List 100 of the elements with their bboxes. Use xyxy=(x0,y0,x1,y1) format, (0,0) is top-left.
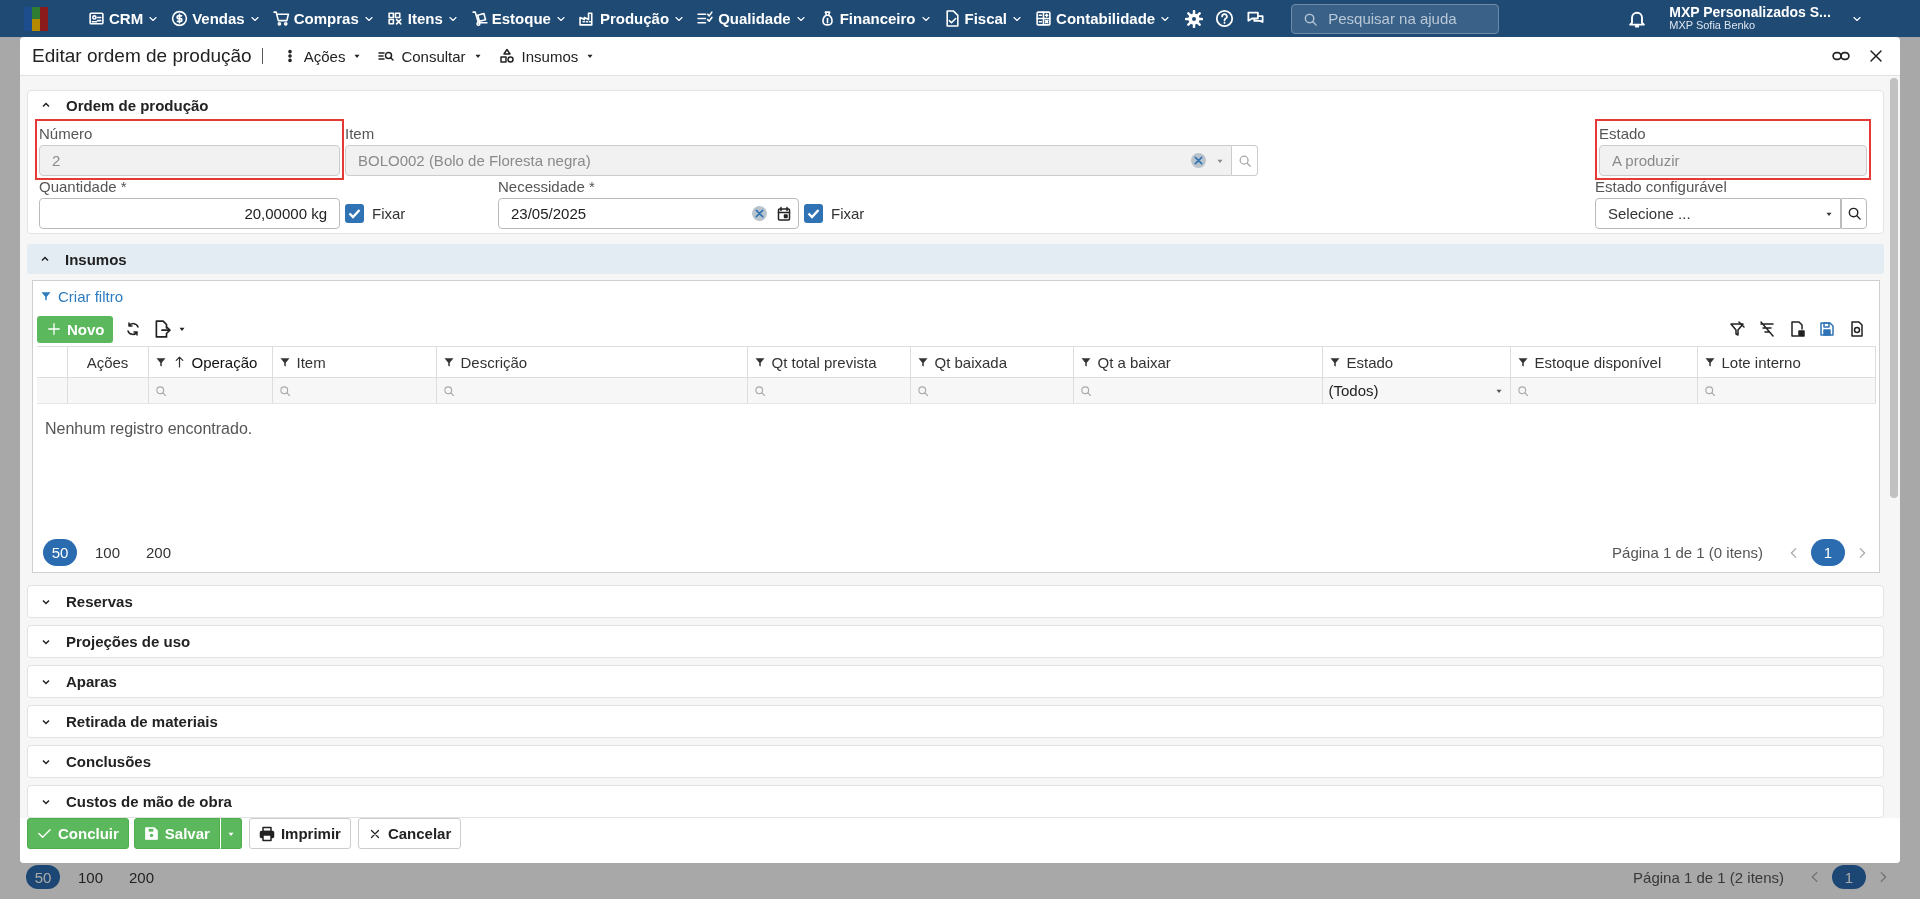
funnel-icon xyxy=(154,356,167,368)
nav-menu[interactable]: Vendas xyxy=(167,3,265,34)
page-size-button[interactable]: 100 xyxy=(87,539,129,566)
help-icon[interactable] xyxy=(1215,9,1235,28)
filter-search-icon xyxy=(442,384,455,397)
section-title[interactable]: Conclusões xyxy=(66,753,152,770)
checklist-icon xyxy=(697,10,715,27)
dialog-title: Editar ordem de produção xyxy=(32,48,263,64)
scrollbar[interactable] xyxy=(1890,78,1898,498)
section-title[interactable]: Custos de mão de obra xyxy=(66,793,232,810)
quantity-field[interactable]: 20,00000 kg xyxy=(39,198,340,229)
save-icon[interactable] xyxy=(1819,321,1835,337)
help-search-field[interactable]: Pesquisar na ajuda xyxy=(1291,3,1500,34)
page-button[interactable]: 1 xyxy=(1832,865,1866,889)
reset-layout-icon[interactable] xyxy=(1849,321,1865,337)
refresh-icon[interactable] xyxy=(124,321,141,337)
page-size-button[interactable]: 50 xyxy=(43,539,77,566)
funnel-icon xyxy=(40,290,52,302)
nav-menu[interactable]: Compras xyxy=(268,3,379,34)
field-label: Item xyxy=(345,124,376,144)
column-header[interactable]: Operação xyxy=(148,346,272,378)
column-header[interactable]: Qt a baixar xyxy=(1073,346,1322,378)
section-title[interactable]: Retirada de materiais xyxy=(66,713,218,730)
search-button[interactable] xyxy=(1841,198,1867,229)
funnel-icon xyxy=(1079,356,1092,368)
filter-search-icon xyxy=(753,384,766,397)
funnel-icon xyxy=(278,356,291,368)
factory-icon xyxy=(578,10,596,27)
remove-filter-icon[interactable] xyxy=(1759,321,1775,337)
column-header[interactable]: Descrição xyxy=(436,346,747,378)
section-title[interactable]: Aparas xyxy=(66,673,117,690)
check-icon xyxy=(37,826,52,841)
close-icon[interactable] xyxy=(1868,48,1884,64)
nav-menu[interactable]: Itens xyxy=(382,3,463,34)
id-card-icon xyxy=(88,10,105,27)
calculator-icon xyxy=(1035,10,1053,27)
section-title[interactable]: Insumos xyxy=(65,250,127,268)
filter-search-icon xyxy=(278,384,291,397)
field-label: Número xyxy=(39,124,94,144)
section-title[interactable]: Reservas xyxy=(66,593,133,610)
column-header[interactable]: Qt total prevista xyxy=(747,346,910,378)
filter-search-icon xyxy=(154,384,167,397)
configurable-status-select[interactable]: Selecione ... xyxy=(1595,198,1841,229)
checkbox-label[interactable]: Fixar xyxy=(831,205,865,222)
filter-search-icon xyxy=(1703,384,1716,397)
action-button[interactable]: Cancelar xyxy=(357,818,462,849)
checkbox-label[interactable]: Fixar xyxy=(372,205,406,222)
search-icon xyxy=(1303,11,1319,27)
page-size-button[interactable]: 200 xyxy=(121,865,163,889)
checkbox[interactable] xyxy=(804,204,823,223)
action-button[interactable]: Imprimir xyxy=(248,818,351,849)
funnel-icon xyxy=(753,356,766,368)
checkbox[interactable] xyxy=(345,204,364,223)
boxes-icon xyxy=(386,10,404,27)
toolbar-menu[interactable]: Consultar xyxy=(370,42,491,70)
page-size-button[interactable]: 100 xyxy=(70,865,112,889)
layout-settings-icon[interactable] xyxy=(1789,321,1805,337)
funnel-icon xyxy=(1703,356,1716,368)
column-header[interactable]: Lote interno xyxy=(1697,346,1875,378)
column-header[interactable]: Estoque disponível xyxy=(1510,346,1697,378)
date-field[interactable]: 23/05/2025 xyxy=(498,198,799,229)
funnel-icon xyxy=(916,356,929,368)
page-button[interactable]: 1 xyxy=(1811,539,1845,566)
clear-icon[interactable] xyxy=(751,205,768,222)
column-header[interactable]: Qt baixada xyxy=(910,346,1073,378)
column-header[interactable]: Estado xyxy=(1322,346,1510,378)
nav-menu[interactable]: Produção xyxy=(574,3,690,34)
toolbar-menu[interactable]: Insumos xyxy=(490,42,604,70)
user-name: MXP Sofia Benko xyxy=(1669,18,1757,32)
company-name: MXP Personalizados S... xyxy=(1669,5,1831,19)
document-check-icon xyxy=(943,10,961,27)
section-title[interactable]: Projeções de uso xyxy=(66,633,191,650)
nav-menu[interactable]: Fiscal xyxy=(939,3,1028,34)
page-size-button[interactable]: 200 xyxy=(138,539,180,566)
funnel-icon xyxy=(442,356,455,368)
page-summary: Página 1 de 1 (0 itens) xyxy=(1612,544,1763,561)
page-size-button[interactable]: 50 xyxy=(26,865,60,889)
plus-icon xyxy=(47,322,61,336)
column-header[interactable]: Item xyxy=(272,346,436,378)
printer-icon xyxy=(258,825,275,842)
nav-menu[interactable]: Qualidade xyxy=(693,3,811,34)
save-options-button[interactable] xyxy=(219,818,242,849)
shapes-icon xyxy=(498,48,515,64)
nav-menu[interactable]: Estoque xyxy=(466,3,571,34)
section-title[interactable]: Ordem de produção xyxy=(66,96,209,114)
field-label: Estado configurável xyxy=(1595,177,1728,197)
clear-filter-icon[interactable] xyxy=(1729,321,1745,337)
create-filter-link[interactable]: Criar filtro xyxy=(37,286,129,306)
search-icon xyxy=(1846,206,1862,221)
nav-menu[interactable]: CRM xyxy=(84,3,164,34)
save-icon xyxy=(143,826,159,841)
calendar-icon[interactable] xyxy=(776,205,792,222)
column-header[interactable]: Ações xyxy=(67,346,148,378)
filter-search-icon xyxy=(1516,384,1529,397)
filter-search-icon xyxy=(1079,384,1092,397)
nav-menu[interactable]: Financeiro xyxy=(814,3,936,34)
funnel-icon xyxy=(1328,356,1341,368)
settings-icon[interactable] xyxy=(1185,9,1204,28)
nav-menu[interactable]: Contabilidade xyxy=(1031,3,1176,34)
toolbar-menu[interactable]: Ações xyxy=(274,42,371,70)
